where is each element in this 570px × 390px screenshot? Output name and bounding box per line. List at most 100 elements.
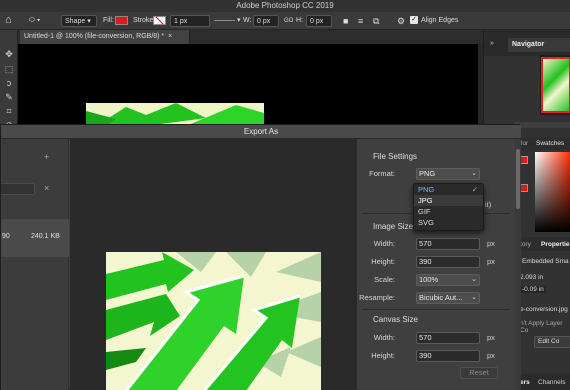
chevron-down-icon: ⌄ [471,276,477,283]
crop-tool-icon[interactable]: ⌗ [3,105,15,117]
canvas-width-label: Width: [373,333,395,342]
format-option-png-label: PNG [418,185,435,194]
h-field[interactable]: 0 px [306,15,332,27]
align-edges-checkbox[interactable]: ✓ [410,15,418,27]
w-label: W: [243,17,252,24]
document-tab-strip: Untitled-1 @ 100% (file-conversion, RGB/… [18,30,483,44]
properties-w-value[interactable]: 2.093 in [520,274,543,281]
channels-tab[interactable]: Channels [538,379,565,386]
export-settings-panel: File Settings Format: PNG ⌄ it) Image Si… [357,139,515,390]
asset-scale-label: 90 [2,233,10,240]
embedded-smart-object-label: Embedded Sma [522,258,569,265]
scale-select[interactable]: 100% ⌄ [416,274,480,286]
shape-tool-preset-icon[interactable]: ⬭ ▾ [29,15,40,27]
h-label: H: [296,17,303,24]
navigator-thumbnail[interactable] [540,55,570,115]
w-field[interactable]: 0 px [253,15,279,27]
marquee-tool-icon[interactable]: ⬚ [3,63,15,75]
format-option-jpg[interactable]: JPG [414,195,483,206]
collapse-icon[interactable]: » [490,40,494,47]
format-option-jpg-label: JPG [418,196,433,205]
export-preview[interactable] [70,139,357,390]
background-color-swatch[interactable] [520,184,528,192]
stroke-swatch[interactable] [153,15,166,27]
format-option-svg-label: SVG [418,218,434,227]
settings-scrollbar[interactable] [515,139,521,390]
canvas-height-label: Height: [371,351,395,360]
path-operations-icon[interactable]: ■ [343,15,348,27]
height-unit: px [487,257,495,266]
history-tab[interactable]: tory [520,241,531,248]
quick-select-tool-icon[interactable]: ✎ [3,91,15,103]
format-label: Format: [369,169,395,178]
gear-icon[interactable]: ⚙ [397,15,405,27]
properties-tab[interactable]: Propertie [541,241,570,248]
resample-value: Bicubic Aut... [419,293,463,302]
width-unit: px [487,239,495,248]
foreground-color-swatch[interactable] [520,156,528,164]
mode-select[interactable]: Shape ▾ [61,15,97,27]
close-icon[interactable]: × [168,33,172,40]
fill-swatch[interactable] [115,15,128,27]
fill-label: Fill: [103,17,114,24]
color-field-shade [535,152,570,232]
path-alignment-icon[interactable]: ≡ [358,15,363,27]
resample-select[interactable]: Bicubic Aut... ⌄ [416,292,480,304]
width-label: Width: [373,239,395,248]
properties-h-value[interactable]: -0.09 in [520,286,546,293]
layers-tab[interactable]: ers [520,379,530,386]
canvas-height-unit: px [487,351,495,360]
stroke-type-select[interactable]: ——— ▾ [214,15,240,27]
dialog-title: Export As [1,125,521,139]
format-option-gif[interactable]: GIF [414,206,483,217]
checkmark-icon: ✓ [471,185,478,194]
options-bar: ⌂ ⬭ ▾ Shape ▾ Fill: Stroke: 1 px ——— ▾ W… [0,12,570,30]
file-settings-heading: File Settings [373,152,418,161]
preview-image [106,252,321,390]
format-option-svg[interactable]: SVG [414,217,483,228]
scale-value: 100% [419,275,439,284]
reset-button[interactable]: Reset [460,367,498,379]
color-field[interactable] [535,152,570,232]
link-go-label[interactable]: GO [284,15,293,27]
path-arrangement-icon[interactable]: ⧉ [373,15,379,27]
navigator-zoom-slider[interactable] [514,122,570,128]
navigator-view-box[interactable] [541,57,570,113]
edit-contents-button[interactable]: Edit Co [534,336,570,348]
canvas-width-unit: px [487,333,495,342]
format-select[interactable]: PNG ⌄ [416,168,480,180]
mode-value: Shape [65,18,86,25]
height-label: Height: [371,257,395,266]
linked-file-name: e-conversion.jpg [520,306,568,313]
history-properties-tabs: tory Propertie [520,237,570,251]
chevron-down-icon: ⌄ [471,294,477,301]
export-asset-list: + × 90 240.1 KB [1,139,69,390]
layer-comp-select[interactable]: n't Apply Layer Co [520,320,570,334]
asset-list-item[interactable]: 90 240.1 KB [1,219,69,257]
width-input[interactable]: 570 [416,238,480,250]
h-value: 0 px [310,18,324,25]
canvas-width-input[interactable]: 570 [416,332,480,344]
add-asset-icon[interactable]: + [44,152,49,162]
home-icon[interactable]: ⌂ [5,14,12,26]
document-tab[interactable]: Untitled-1 @ 100% (file-conversion, RGB/… [20,30,190,44]
swatches-tab[interactable]: Swatches [536,140,564,147]
navigator-tab-label: Navigator [512,41,545,48]
height-input[interactable]: 390 [416,256,480,268]
format-option-png[interactable]: PNG ✓ [414,184,483,195]
color-tab-row: lor Swatches [520,138,570,150]
canvas-size-heading: Canvas Size [373,315,418,324]
export-as-dialog: Export As + × 90 240.1 KB File Settings … [0,124,521,390]
scrollbar-thumb[interactable] [516,149,520,209]
move-tool-icon[interactable]: ✥ [3,48,15,60]
navigator-tab[interactable]: Navigator [508,38,570,52]
stroke-size-field[interactable]: 1 px [170,15,210,27]
w-value: 0 px [257,18,271,25]
layers-channels-tabs: ers Channels [520,374,570,390]
color-tab[interactable]: lor [521,140,528,147]
lasso-tool-icon[interactable]: ↄ [3,77,15,89]
canvas-height-input[interactable]: 390 [416,350,480,362]
divider [362,309,510,310]
asset-scale-field[interactable] [1,183,35,195]
remove-asset-icon[interactable]: × [44,183,49,193]
